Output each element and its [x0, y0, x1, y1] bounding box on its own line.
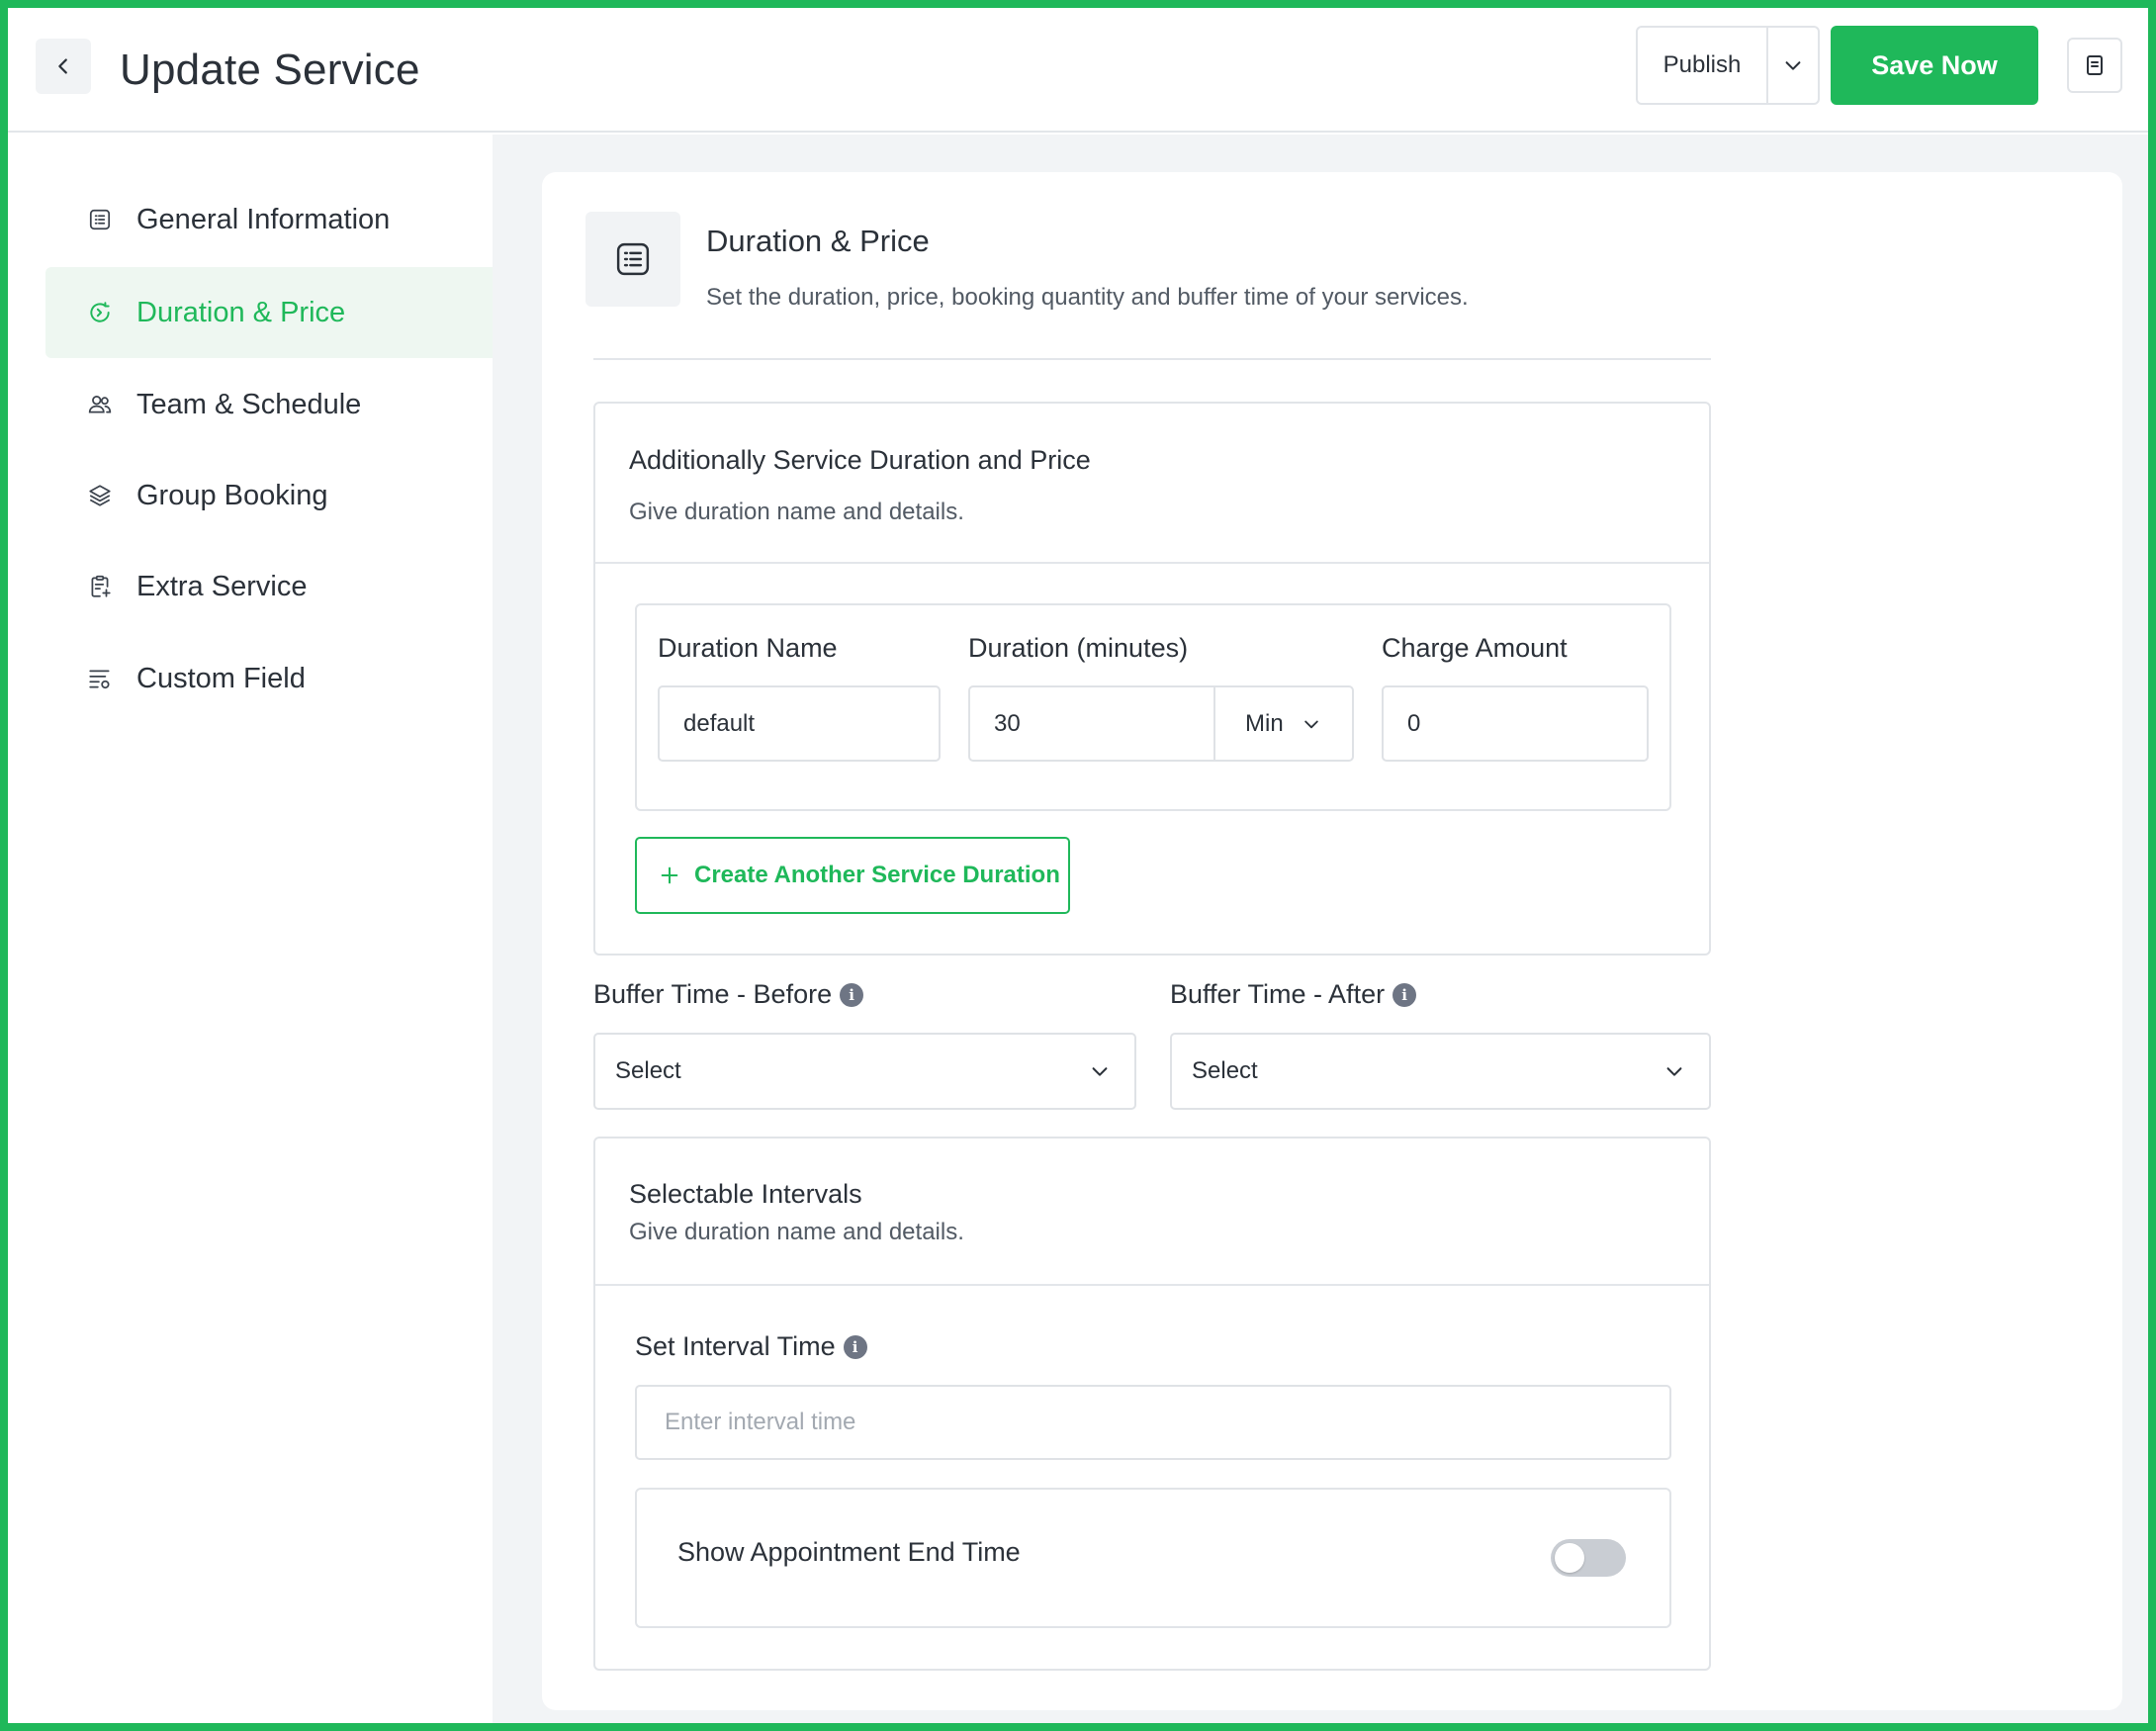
duration-name-label: Duration Name [658, 633, 838, 663]
buffer-before-value: Select [615, 1057, 681, 1084]
buffer-after-label-text: Buffer Time - After [1170, 979, 1386, 1009]
sidebar-item-label: Group Booking [136, 479, 328, 511]
duration-unit-select[interactable]: Min [1213, 687, 1352, 760]
clipboard-plus-icon [85, 572, 115, 601]
duration-minutes-value: 30 [994, 709, 1021, 737]
app-frame: Update Service Publish Save Now General … [0, 0, 2156, 1731]
section-title: Duration & Price [706, 224, 930, 258]
interval-time-label: Set Interval Time i [635, 1331, 867, 1362]
charge-amount-label: Charge Amount [1382, 633, 1568, 663]
sidebar-item-extra-service[interactable]: Extra Service [45, 541, 493, 632]
users-icon [85, 390, 115, 419]
chevron-down-icon [1303, 720, 1318, 728]
sidebar-item-label: Extra Service [136, 570, 308, 602]
buffer-after-select[interactable]: Select [1170, 1033, 1711, 1110]
toggle-knob [1555, 1543, 1584, 1573]
chevron-down-icon [1663, 1060, 1685, 1082]
duration-name-value: default [683, 709, 756, 737]
panel-divider [595, 562, 1709, 564]
create-button-label: Create Another Service Duration [694, 862, 1060, 888]
list-icon [616, 242, 650, 276]
show-end-time-toggle[interactable] [1551, 1539, 1626, 1577]
sidebar-item-duration-price[interactable]: Duration & Price [45, 267, 493, 358]
sidebar-item-label: Custom Field [136, 662, 306, 694]
publish-button[interactable]: Publish [1638, 28, 1768, 103]
sidebar-item-team-schedule[interactable]: Team & Schedule [45, 359, 493, 450]
section-description: Set the duration, price, booking quantit… [706, 284, 1469, 311]
sidebar-item-label: General Information [136, 203, 391, 235]
publish-split-button: Publish [1636, 26, 1820, 105]
document-icon [2087, 55, 2103, 75]
additional-duration-subtitle: Give duration name and details. [629, 499, 964, 525]
buffer-before-select[interactable]: Select [593, 1033, 1136, 1110]
duration-minutes-label: Duration (minutes) [968, 633, 1189, 663]
duration-minutes-input[interactable]: 30 Min [968, 685, 1354, 762]
top-bar: Update Service Publish Save Now [8, 8, 2148, 133]
selectable-intervals-title: Selectable Intervals [629, 1179, 862, 1209]
buffer-before-label: Buffer Time - Before i [593, 979, 864, 1010]
sidebar-item-label: Team & Schedule [136, 388, 362, 420]
sidebar-item-custom-field[interactable]: Custom Field [45, 633, 493, 724]
publish-dropdown-toggle[interactable] [1768, 28, 1818, 103]
page-title: Update Service [120, 46, 420, 94]
create-another-duration-button[interactable]: Create Another Service Duration [635, 837, 1070, 914]
interval-time-input[interactable]: Enter interval time [635, 1385, 1671, 1460]
layers-icon [85, 481, 115, 510]
additional-duration-title: Additionally Service Duration and Price [629, 445, 1091, 475]
clock-arrow-icon [85, 298, 115, 327]
sidebar-item-group-booking[interactable]: Group Booking [45, 450, 493, 541]
duration-name-input[interactable]: default [658, 685, 941, 762]
info-icon[interactable]: i [840, 982, 864, 1007]
charge-amount-value: 0 [1407, 709, 1421, 737]
buffer-before-label-text: Buffer Time - Before [593, 979, 833, 1009]
interval-time-label-text: Set Interval Time [635, 1331, 836, 1361]
back-button[interactable] [36, 39, 91, 94]
chevron-down-icon [1785, 61, 1801, 70]
buffer-after-value: Select [1192, 1057, 1258, 1084]
plus-icon [661, 866, 678, 884]
notes-button[interactable] [2067, 38, 2122, 93]
panel-divider [595, 1284, 1709, 1286]
info-icon[interactable]: i [843, 1334, 867, 1359]
chevron-left-icon [58, 58, 67, 74]
duration-unit-value: Min [1245, 709, 1284, 737]
selectable-intervals-subtitle: Give duration name and details. [629, 1219, 964, 1245]
list-settings-icon [85, 664, 115, 693]
info-icon[interactable]: i [1392, 982, 1417, 1007]
buffer-after-label: Buffer Time - After i [1170, 979, 1417, 1010]
sidebar-item-label: Duration & Price [136, 296, 346, 328]
list-icon [85, 205, 115, 234]
show-end-time-label: Show Appointment End Time [677, 1537, 1021, 1567]
section-divider [593, 358, 1711, 360]
save-now-button[interactable]: Save Now [1831, 26, 2038, 105]
section-icon [585, 212, 680, 307]
chevron-down-icon [1089, 1060, 1111, 1082]
interval-time-placeholder: Enter interval time [665, 1409, 856, 1435]
charge-amount-input[interactable]: 0 [1382, 685, 1649, 762]
sidebar-item-general-information[interactable]: General Information [45, 174, 493, 265]
